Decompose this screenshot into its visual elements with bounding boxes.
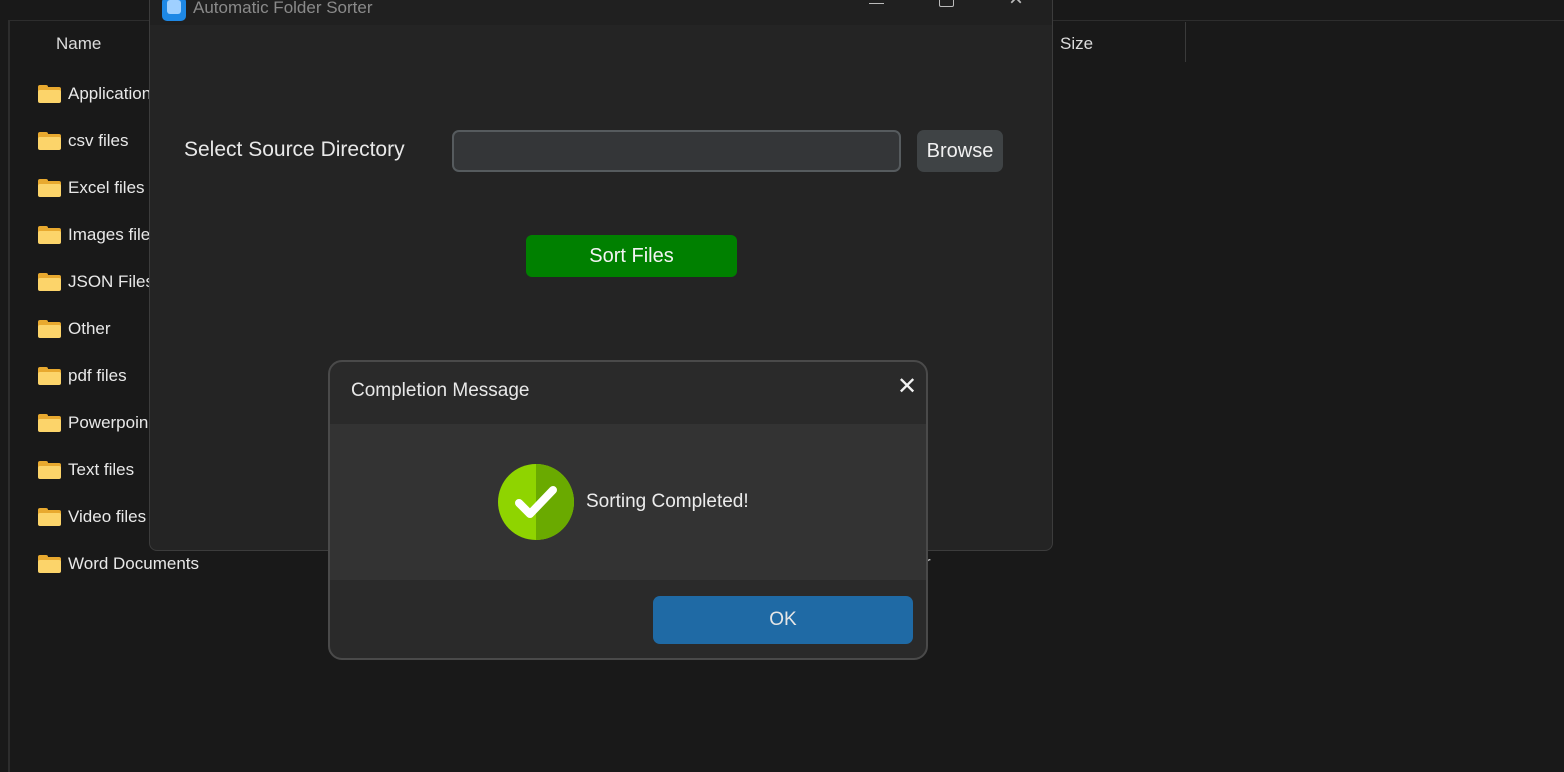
folder-icon bbox=[38, 179, 61, 197]
browse-button[interactable]: Browse bbox=[917, 130, 1003, 172]
column-separator[interactable] bbox=[1185, 22, 1186, 62]
folder-item[interactable]: Other bbox=[38, 317, 111, 341]
folder-name: Images file bbox=[68, 225, 151, 244]
folder-name: Application bbox=[68, 84, 152, 103]
folder-icon bbox=[38, 555, 61, 573]
dialog-title: Completion Message bbox=[351, 380, 530, 401]
minimize-icon[interactable] bbox=[847, 0, 907, 19]
folder-name: csv files bbox=[68, 131, 129, 150]
folder-name: Video files bbox=[68, 507, 147, 526]
completion-dialog: Completion Message ✕ Sorting Completed! … bbox=[328, 360, 928, 660]
folder-item[interactable]: Images file bbox=[38, 223, 150, 247]
folder-icon bbox=[38, 320, 61, 338]
folder-icon bbox=[38, 85, 61, 103]
folder-item[interactable]: JSON Files bbox=[38, 270, 154, 294]
folder-name: JSON Files bbox=[68, 272, 154, 291]
folder-item[interactable]: Text files bbox=[38, 458, 134, 482]
folder-icon bbox=[38, 461, 61, 479]
folder-item[interactable]: Word Documents bbox=[38, 552, 199, 576]
explorer-divider bbox=[8, 20, 10, 772]
folder-item[interactable]: csv files bbox=[38, 129, 128, 153]
source-directory-label: Select Source Directory bbox=[184, 138, 405, 161]
folder-name: Other bbox=[68, 319, 111, 338]
column-header-size[interactable]: Size bbox=[1060, 34, 1093, 54]
folder-name: Word Documents bbox=[68, 554, 200, 573]
folder-icon bbox=[38, 414, 61, 432]
ok-button[interactable]: OK bbox=[653, 596, 913, 644]
folder-item[interactable]: Video files bbox=[38, 505, 146, 529]
folder-icon bbox=[38, 367, 61, 385]
sort-files-button[interactable]: Sort Files bbox=[526, 235, 737, 277]
folder-name: pdf files bbox=[68, 366, 127, 385]
column-header-name[interactable]: Name bbox=[56, 34, 101, 54]
dialog-message: Sorting Completed! bbox=[586, 491, 749, 512]
folder-item[interactable]: Application bbox=[38, 82, 151, 106]
window-title: Automatic Folder Sorter bbox=[193, 0, 373, 17]
app-logo-icon bbox=[162, 0, 186, 21]
window-close-icon[interactable]: × bbox=[986, 0, 1046, 19]
folder-name: Excel files bbox=[68, 178, 145, 197]
folder-name: Text files bbox=[68, 460, 135, 479]
dialog-close-icon[interactable]: ✕ bbox=[892, 372, 922, 402]
folder-item[interactable]: pdf files bbox=[38, 364, 127, 388]
folder-name: Powerpoin bbox=[68, 413, 149, 432]
folder-icon bbox=[38, 273, 61, 291]
check-circle-icon bbox=[498, 464, 574, 540]
folder-icon bbox=[38, 132, 61, 150]
folder-icon bbox=[38, 508, 61, 526]
folder-item[interactable]: Powerpoin bbox=[38, 411, 148, 435]
source-directory-input[interactable] bbox=[452, 130, 901, 172]
dialog-body: Sorting Completed! bbox=[330, 424, 926, 580]
window-titlebar[interactable]: Automatic Folder Sorter × bbox=[150, 0, 1052, 25]
folder-icon bbox=[38, 226, 61, 244]
folder-item[interactable]: Excel files bbox=[38, 176, 145, 200]
maximize-icon[interactable] bbox=[916, 0, 976, 19]
